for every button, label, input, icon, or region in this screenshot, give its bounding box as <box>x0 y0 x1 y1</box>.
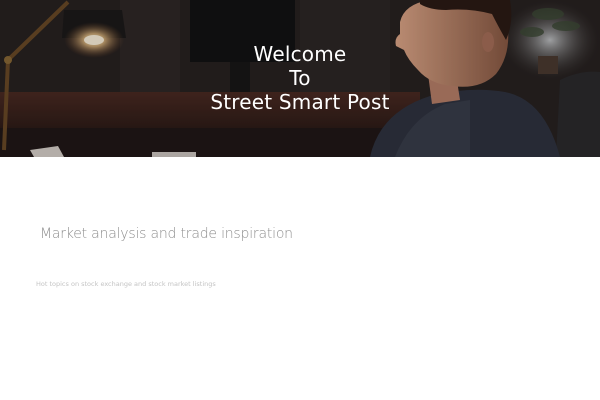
hero-title-line-welcome: Welcome <box>253 42 347 66</box>
hero-title: Welcome To Street Smart Post <box>150 42 450 114</box>
hero-banner: Welcome To Street Smart Post <box>0 0 600 157</box>
page: Welcome To Street Smart Post Market anal… <box>0 0 600 400</box>
subtext: Hot topics on stock exchange and stock m… <box>36 280 216 288</box>
tagline: Market analysis and trade inspiration <box>40 226 293 242</box>
hero-title-line-site-name: Street Smart Post <box>210 90 390 114</box>
hero-title-line-to: To <box>289 66 311 90</box>
